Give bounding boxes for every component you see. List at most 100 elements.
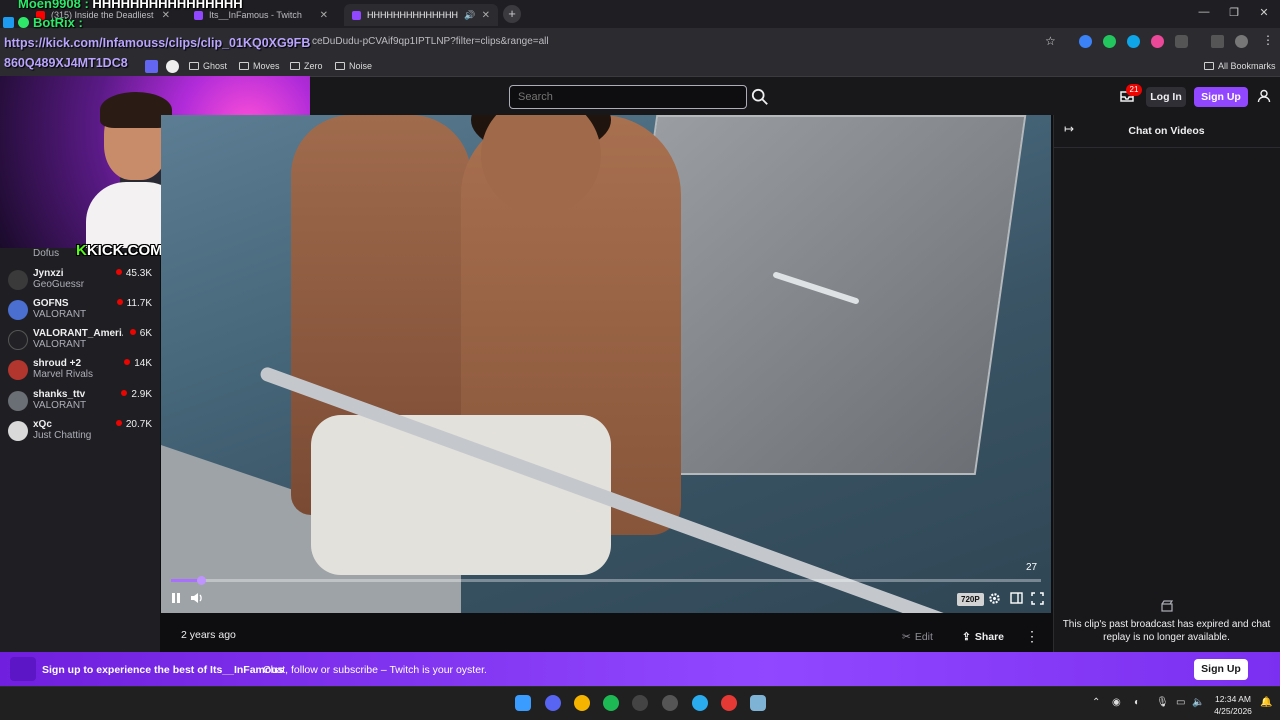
banner-signup-button[interactable]: Sign Up: [1194, 659, 1248, 680]
sidebar-channel[interactable]: GOFNS VALORANT 11.7K: [0, 296, 160, 326]
avatar: [8, 270, 28, 290]
tray-chevron-icon[interactable]: ⌃: [1092, 697, 1100, 708]
channel-name: shanks_ttv: [33, 389, 86, 400]
network-icon[interactable]: ▭: [1176, 697, 1185, 708]
overlay-chat-line: Moen9908 : HHHHHHHHHHHHHHHH: [18, 0, 243, 11]
clapperboard-icon: [1161, 600, 1173, 612]
channel-name: shroud +2: [33, 358, 82, 369]
edit-button[interactable]: ✂ Edit: [902, 631, 933, 643]
sidebar-channel[interactable]: VALORANT_Ameri... VALORANT 6K: [0, 326, 160, 356]
tab-label: HHHHHHHHHHHHHHHH: [367, 10, 458, 20]
quality-badge[interactable]: 720P: [957, 593, 984, 606]
close-window-button[interactable]: ✕: [1254, 6, 1274, 19]
channel-game: VALORANT: [33, 339, 87, 350]
mic-icon[interactable]: 🎙: [1156, 697, 1169, 708]
chrome-icon[interactable]: [574, 695, 590, 711]
media-icon[interactable]: [1211, 35, 1224, 48]
folder-icon: [239, 62, 249, 70]
share-button[interactable]: ⇪ Share: [962, 631, 1004, 643]
fullscreen-icon[interactable]: [1031, 592, 1044, 605]
notification-badge: 21: [1126, 84, 1142, 96]
app-icon[interactable]: [750, 695, 766, 711]
clip-age: 2 years ago: [181, 629, 236, 641]
telegram-icon[interactable]: [692, 695, 708, 711]
banner-subtext: Chat, follow or subscribe – Twitch is yo…: [263, 664, 487, 676]
share-icon: ⇪: [962, 631, 971, 643]
channel-game: VALORANT: [33, 309, 87, 320]
minimize-button[interactable]: —: [1194, 6, 1214, 18]
profile-icon[interactable]: [1235, 35, 1248, 48]
close-tab-icon[interactable]: ✕: [482, 10, 490, 21]
volume-icon[interactable]: [190, 592, 203, 604]
bookmark-noise[interactable]: Noise: [335, 61, 372, 71]
theatre-mode-icon[interactable]: [1010, 592, 1023, 604]
extension-icon[interactable]: [1103, 35, 1116, 48]
start-icon[interactable]: [515, 695, 531, 711]
extension-icon[interactable]: [1151, 35, 1164, 48]
discord-icon[interactable]: [545, 695, 561, 711]
folder-icon: [1204, 62, 1214, 70]
viewer-count: 2.9K: [121, 389, 152, 400]
notifications-icon[interactable]: 🔔: [1260, 697, 1272, 708]
search-input[interactable]: [509, 85, 747, 109]
obs-icon[interactable]: [632, 695, 648, 711]
channel-game: VALORANT: [33, 400, 87, 411]
more-options-icon[interactable]: ⋮: [1025, 629, 1039, 643]
channel-name: GOFNS: [33, 298, 69, 309]
maximize-button[interactable]: ❐: [1224, 6, 1244, 19]
sidebar-channel[interactable]: shanks_ttv VALORANT 2.9K: [0, 387, 160, 417]
url-text[interactable]: ceDuDudu-pCVAif9qp1IPTLNP?filter=clips&r…: [312, 36, 549, 47]
new-tab-button[interactable]: +: [503, 5, 521, 23]
search-icon[interactable]: [751, 88, 769, 106]
all-bookmarks[interactable]: All Bookmarks: [1204, 61, 1276, 71]
menu-icon[interactable]: ⋮: [1262, 33, 1274, 47]
app-icon[interactable]: [662, 695, 678, 711]
clock-date[interactable]: 4/25/2026: [1212, 706, 1254, 716]
twitch-glitch-icon: [10, 657, 36, 681]
spotify-icon[interactable]: [603, 695, 619, 711]
browser-tab-active[interactable]: HHHHHHHHHHHHHHHH 🔊 ✕: [344, 4, 498, 26]
sidebar-channel[interactable]: xQc Just Chatting 20.7K: [0, 417, 160, 447]
channel-name: Jynxzi: [33, 268, 64, 279]
bookmark-moves[interactable]: Moves: [239, 61, 280, 71]
twitch-icon: [352, 10, 361, 20]
gear-icon[interactable]: [988, 592, 1001, 605]
chrome-profile-icon[interactable]: [721, 695, 737, 711]
followed-channels-sidebar: Dofus Jynxzi GeoGuessr 45.3K GOFNS VALOR…: [0, 248, 160, 652]
seek-bar-handle[interactable]: [197, 576, 206, 585]
tab-label: Its__InFamous - Twitch: [209, 10, 302, 20]
avatar: [8, 421, 28, 441]
chat-title: Chat on Videos: [1128, 125, 1205, 137]
extension-icon[interactable]: [1079, 35, 1092, 48]
login-button[interactable]: Log In: [1146, 87, 1186, 107]
moderator-badge-icon: [3, 17, 14, 28]
pause-icon[interactable]: [170, 592, 182, 604]
audio-icon[interactable]: 🔊: [464, 10, 475, 21]
viewer-count: 11.7K: [117, 298, 152, 309]
seek-bar[interactable]: [171, 579, 1041, 582]
close-tab-icon[interactable]: ✕: [320, 10, 328, 21]
tray-app-icon[interactable]: ◐: [1134, 697, 1140, 708]
folder-icon: [189, 62, 199, 70]
sidebar-channel[interactable]: Jynxzi GeoGuessr 45.3K: [0, 266, 160, 296]
channel-game: GeoGuessr: [33, 279, 85, 290]
close-tab-icon[interactable]: ✕: [162, 10, 170, 21]
volume-tray-icon[interactable]: 🔈: [1192, 697, 1204, 708]
sidebar-channel[interactable]: shroud +2 Marvel Rivals 14K: [0, 356, 160, 386]
extension-icon[interactable]: [1127, 35, 1140, 48]
bookmark-zero[interactable]: Zero: [290, 61, 323, 71]
puzzle-icon[interactable]: [1175, 35, 1188, 48]
bookmark-icon[interactable]: [145, 60, 158, 73]
user-icon[interactable]: [1257, 89, 1271, 103]
bookmark-icon[interactable]: [166, 60, 179, 73]
discord-tray-icon[interactable]: ◉: [1112, 697, 1121, 708]
channel-game: Dofus: [33, 248, 60, 259]
avatar: [8, 360, 28, 380]
clock-time[interactable]: 12:34 AM: [1212, 694, 1254, 704]
video-player[interactable]: [161, 115, 1051, 613]
bookmark-star-icon[interactable]: ☆: [1045, 34, 1056, 48]
overlay-kick-link-cont: 860Q489XJ4MT1DC8: [4, 56, 128, 70]
viewer-count: 14K: [124, 358, 152, 369]
signup-button[interactable]: Sign Up: [1194, 87, 1248, 107]
bookmark-ghost[interactable]: Ghost: [189, 61, 227, 71]
